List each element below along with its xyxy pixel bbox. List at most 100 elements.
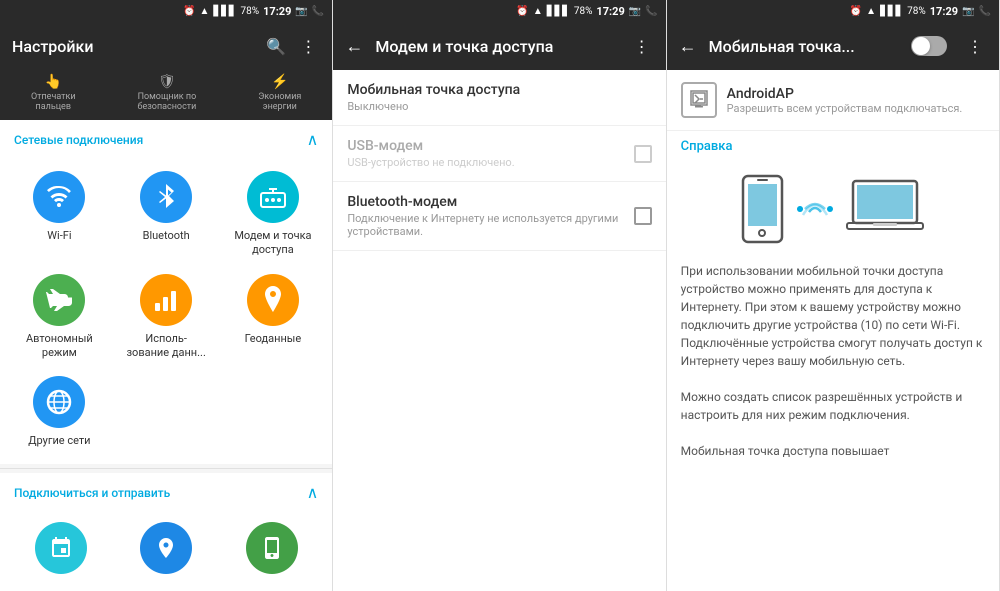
signal-icon: ▋▋▋ [213,6,236,17]
time-text: 17:29 [263,5,291,18]
more-button[interactable]: ⋮ [296,34,320,58]
panel-modem: ⏰ ▲ ▋▋▋ 78% 17:29 📷 📞 ← Модем и точка до… [333,0,666,591]
toggle-thumb [912,37,930,55]
usb-modem-title: USB-модем [347,138,514,154]
airplane-label: Автономныйрежим [26,332,93,361]
hotspot-toggle[interactable] [911,36,947,56]
more-button-3[interactable]: ⋮ [963,34,987,58]
bluetooth-modem-text: Bluetooth-модем Подключение к Интернету … [347,194,633,238]
panel3-content: AndroidAP Разрешить всем устройствам под… [667,70,999,591]
connect-circle-3 [246,522,298,574]
usb-modem-checkbox[interactable] [634,145,652,163]
back-button-2[interactable]: ← [345,36,363,57]
network-chevron-icon: ∧ [307,130,319,149]
other-networks-circle [33,376,85,428]
airplane-circle [33,274,85,326]
panel2-content: Мобильная точка доступа Выключено USB-мо… [333,70,665,591]
grid-item-airplane[interactable]: Автономныйрежим [8,268,111,367]
shortcuts-row: 👆 Отпечаткипальцев 🛡 Помощник побезопасн… [0,70,332,120]
signal-icon-2: ▋▋▋ [547,6,570,17]
alarm-icon-3: ⏰ [850,6,862,17]
help-label: Справка [667,131,999,162]
connect-icons-row [0,508,332,591]
wifi-label: Wi-Fi [47,229,71,243]
top-bar-3: ← Мобильная точка... ⋮ [667,22,999,70]
connect-section-label: Подключиться и отправить [14,486,170,500]
bluetooth-modem-row: Bluetooth-модем Подключение к Интернету … [333,182,665,251]
more-button-2[interactable]: ⋮ [630,34,654,58]
divider-1 [0,468,332,469]
data-label: Исполь-зование данн... [126,332,205,361]
camera-icon: 📷 [295,6,307,17]
alarm-icon: ⏰ [183,6,195,17]
androidap-name: AndroidAP [727,86,963,102]
shortcut-security[interactable]: 🛡 Помощник побезопасности [133,74,200,112]
top-bar-1: Настройки 🔍 ⋮ [0,22,332,70]
phone-svg [740,174,785,244]
network-icon-grid: Wi-Fi Bluetooth [0,159,332,460]
grid-item-other-networks[interactable]: Другие сети [8,370,111,454]
search-button[interactable]: 🔍 [264,34,288,58]
other-networks-label: Другие сети [28,434,90,448]
connect-section-header[interactable]: Подключиться и отправить ∧ [0,473,332,508]
help-text-1: При использовании мобильной точки доступ… [667,256,999,376]
security-icon: 🛡 [158,74,176,90]
wifi-icon-3: ▲ [866,6,876,17]
energy-icon: ⚡ [271,74,288,90]
battery-text-2: 78% [574,6,593,17]
grid-item-geo[interactable]: Геоданные [222,268,325,367]
settings-title: Настройки [12,37,256,56]
illustration [667,162,999,256]
network-section-label: Сетевые подключения [14,133,143,147]
time-text-2: 17:29 [596,5,624,18]
usb-modem-row: USB-модем USB-устройство не подключено. [333,126,665,182]
grid-item-modem[interactable]: Модем и точкадоступа [222,165,325,264]
usb-modem-sub: USB-устройство не подключено. [347,156,514,169]
signal-icon-3: ▋▋▋ [880,6,903,17]
grid-item-wifi[interactable]: Wi-Fi [8,165,111,264]
alarm-icon-2: ⏰ [516,6,528,17]
modem-title: Модем и точка доступа [375,37,621,56]
laptop-svg [845,177,925,242]
geo-label: Геоданные [245,332,302,346]
back-button-3[interactable]: ← [679,36,697,57]
wifi-icon: ▲ [200,6,210,17]
modem-label: Модем и точкадоступа [234,229,311,258]
bluetooth-modem-sub: Подключение к Интернету не используется … [347,212,633,238]
usb-modem-text: USB-модем USB-устройство не подключено. [347,138,514,169]
mobile-hotspot-status: Выключено [347,100,651,113]
connect-chevron-icon: ∧ [307,483,319,502]
phone-icon-2: 📞 [645,6,657,17]
modem-circle [247,171,299,223]
androidap-text: AndroidAP Разрешить всем устройствам под… [727,86,963,115]
androidap-sub: Разрешить всем устройствам подключаться. [727,102,963,115]
shortcut-energy-label: Экономияэнергии [258,92,301,112]
battery-text-3: 78% [907,6,926,17]
bluetooth-modem-checkbox[interactable] [634,207,652,225]
camera-icon-3: 📷 [962,6,974,17]
network-section-header[interactable]: Сетевые подключения ∧ [0,120,332,155]
grid-item-bluetooth[interactable]: Bluetooth [115,165,218,264]
camera-icon-2: 📷 [629,6,641,17]
connect-item-3[interactable] [219,516,324,586]
status-bar-2: ⏰ ▲ ▋▋▋ 78% 17:29 📷 📞 [333,0,665,22]
shortcut-energy[interactable]: ⚡ Экономияэнергии [254,74,305,112]
geo-circle [247,274,299,326]
panel-settings: ⏰ ▲ ▋▋▋ 78% 17:29 📷 📞 Настройки 🔍 ⋮ 👆 От… [0,0,333,591]
panel-hotspot: ⏰ ▲ ▋▋▋ 78% 17:29 📷 📞 ← Мобильная точка.… [667,0,1000,591]
androidap-row[interactable]: AndroidAP Разрешить всем устройствам под… [667,70,999,131]
androidap-icon [681,82,717,118]
hotspot-title: Мобильная точка... [709,37,903,56]
phone-icon: 📞 [312,6,324,17]
connect-item-2[interactable] [113,516,218,586]
connect-circle-1 [35,522,87,574]
data-circle [140,274,192,326]
connect-item-1[interactable] [8,516,113,586]
mobile-hotspot-item[interactable]: Мобильная точка доступа Выключено [333,70,665,126]
connect-circle-2 [140,522,192,574]
shortcut-fingerprint[interactable]: 👆 Отпечаткипальцев [27,74,80,112]
grid-item-data[interactable]: Исполь-зование данн... [115,268,218,367]
bluetooth-circle [140,171,192,223]
help-text-2: Можно создать список разрешённых устройс… [667,382,999,430]
bluetooth-label: Bluetooth [143,229,190,243]
